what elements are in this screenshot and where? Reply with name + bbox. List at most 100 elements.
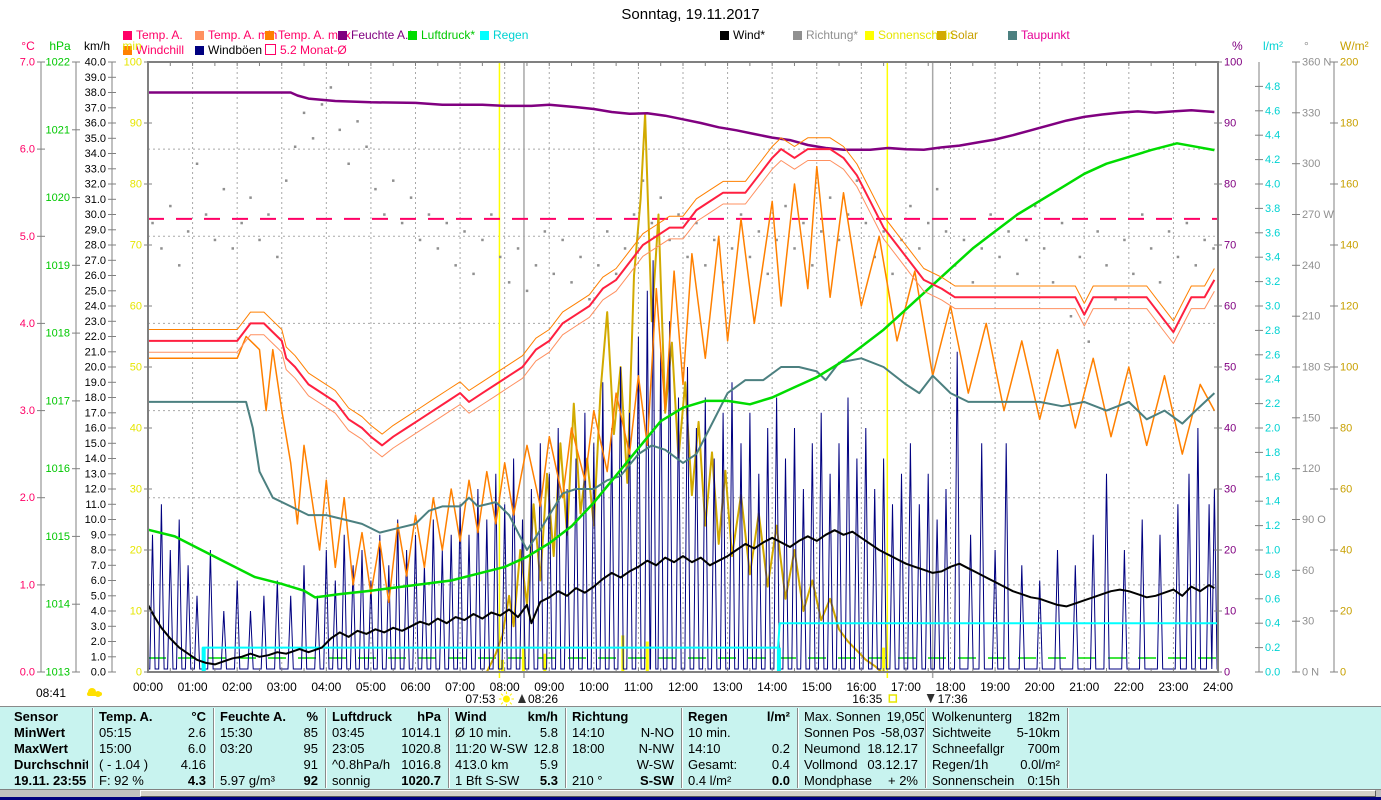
cell-label: 1 Bft S-SW: [455, 772, 520, 788]
cell-label: Ø 10 min.: [455, 724, 512, 740]
cell-label: 03:20: [220, 740, 253, 756]
table-row: 5.97 g/m³ 92: [214, 772, 324, 788]
svg-text:7.0: 7.0: [91, 560, 106, 572]
cell-value: 5.8: [539, 724, 558, 740]
svg-text:12:00: 12:00: [668, 680, 698, 694]
svg-text:°: °: [1304, 39, 1309, 53]
x-axis-labels: 00:00 01:00 02:00 03:00 04:00 05:00 06:00 07:00…: [133, 680, 1233, 694]
column-wind: Wind km/h Ø 10 min. 5.8 11:20 W-SW 12.8 413.0 …: [448, 708, 564, 788]
column-header: Luftdruck hPa: [326, 708, 447, 724]
svg-text:90 O: 90 O: [1302, 514, 1326, 526]
svg-text:1013: 1013: [46, 667, 70, 679]
svg-text:7.0: 7.0: [20, 57, 35, 69]
svg-text:39.0: 39.0: [85, 72, 106, 84]
cell-label: Gesamt:: [688, 756, 738, 772]
svg-text:19.0: 19.0: [85, 377, 106, 389]
moonset-label: 17:36: [938, 692, 968, 706]
column-header: Feuchte A.%: [214, 708, 324, 724]
svg-text:100: 100: [1340, 362, 1358, 374]
svg-text:0.4: 0.4: [1265, 618, 1280, 630]
svg-text:80: 80: [1224, 179, 1236, 191]
table-row: Sichtweite 5-10km: [926, 724, 1066, 740]
cell-value: S-SW: [640, 772, 674, 788]
svg-text:hPa: hPa: [49, 39, 71, 53]
svg-text:22:00: 22:00: [1114, 680, 1144, 694]
svg-text:21:00: 21:00: [1069, 680, 1099, 694]
svg-text:40: 40: [1340, 545, 1352, 557]
cell-label: Regen: [688, 708, 728, 724]
series-regen: [148, 622, 1218, 673]
svg-text:2.2: 2.2: [1265, 398, 1280, 410]
row-label: Durchschnitt: [8, 756, 88, 772]
cell-value: 700m: [1027, 740, 1060, 756]
cell-label: Neumond: [804, 740, 861, 756]
cell-value: 0.2: [771, 740, 790, 756]
table-row: 15:00 6.0: [93, 740, 212, 756]
svg-text:l/m²: l/m²: [1263, 39, 1283, 53]
scrollbar-thumb[interactable]: [140, 790, 1376, 797]
svg-text:4.4: 4.4: [1265, 130, 1280, 142]
cell-value: 0:15h: [1027, 772, 1060, 788]
series-feuchte: [148, 91, 1215, 152]
svg-text:13.0: 13.0: [85, 468, 106, 480]
table-row: 14:10 N-NO: [566, 724, 680, 740]
svg-text:4.6: 4.6: [1265, 105, 1280, 117]
row-label: Sensor: [8, 708, 88, 724]
table-row: 05:15 2.6: [93, 724, 212, 740]
svg-text:360 N: 360 N: [1302, 57, 1331, 69]
svg-text:140: 140: [1340, 240, 1358, 252]
svg-text:3.2: 3.2: [1265, 276, 1280, 288]
svg-text:23:00: 23:00: [1158, 680, 1188, 694]
svg-text:0 N: 0 N: [1302, 667, 1319, 679]
svg-text:14.0: 14.0: [85, 453, 106, 465]
cell-label: Sichtweite: [932, 724, 992, 740]
series-solar: [148, 112, 1215, 673]
cell-value: 1020.7: [401, 772, 441, 788]
axis-hPa: 1022 1021 1020 1019 1018 1017 1016 1015 1014 1013: [46, 57, 80, 679]
svg-text:50: 50: [130, 362, 142, 374]
cell-label: ( - 1.04 ): [99, 756, 149, 772]
cell-label: 03:45: [332, 724, 365, 740]
series-temp-min: [148, 160, 1215, 458]
table-row: 210 ° S-SW: [566, 772, 680, 788]
sunrise-sun-icon: [498, 691, 514, 707]
cell-value: 0.0: [771, 772, 790, 788]
cell-value: 5.9: [539, 756, 558, 772]
cell-value: N-NW: [638, 740, 674, 756]
day-length-label: 08:41: [36, 686, 66, 700]
svg-text:15:00: 15:00: [802, 680, 832, 694]
svg-text:20:00: 20:00: [1025, 680, 1055, 694]
cell-label: Luftdruck: [332, 708, 392, 724]
series-temp-max: [148, 137, 1215, 435]
cell-label: MaxWert: [14, 740, 68, 756]
svg-text:12.0: 12.0: [85, 484, 106, 496]
cell-label: 10 min.: [688, 724, 731, 740]
svg-text:19:00: 19:00: [980, 680, 1010, 694]
cell-label: 15:00: [99, 740, 132, 756]
svg-text:28.0: 28.0: [85, 240, 106, 252]
cell-value: °C: [191, 708, 206, 724]
svg-text:10: 10: [1224, 606, 1236, 618]
cell-value: 03.12.17: [867, 756, 918, 772]
svg-text:03:00: 03:00: [267, 680, 297, 694]
cell-label: F: 92 %: [99, 772, 144, 788]
cell-label: 413.0 km: [455, 756, 509, 772]
table-row: 10 min.: [682, 724, 796, 740]
svg-text:60: 60: [1224, 301, 1236, 313]
cell-value: 0.0l/m²: [1020, 756, 1060, 772]
svg-text:06:00: 06:00: [400, 680, 430, 694]
cell-value: 5.3: [539, 772, 558, 788]
svg-text:70: 70: [130, 240, 142, 252]
svg-text:17:00: 17:00: [891, 680, 921, 694]
cell-value: 2.6: [187, 724, 206, 740]
column-extras: Wolkenunterg 182m Sichtweite 5-10km Schneefa…: [925, 708, 1066, 788]
cell-value: 18.12.17: [867, 740, 918, 756]
svg-text:04:00: 04:00: [311, 680, 341, 694]
svg-text:0.0: 0.0: [20, 667, 35, 679]
chart-svg: 7.06.05.04.03.02.01.00.01022102110201019…: [20, 39, 1369, 707]
svg-text:20: 20: [1340, 606, 1352, 618]
cell-label: Sonnenschein: [932, 772, 1015, 788]
table-row: sonnig 1020.7: [326, 772, 447, 788]
cell-label: Wolkenunterg: [932, 708, 1012, 724]
cell-value: 19,050°: [886, 708, 924, 724]
